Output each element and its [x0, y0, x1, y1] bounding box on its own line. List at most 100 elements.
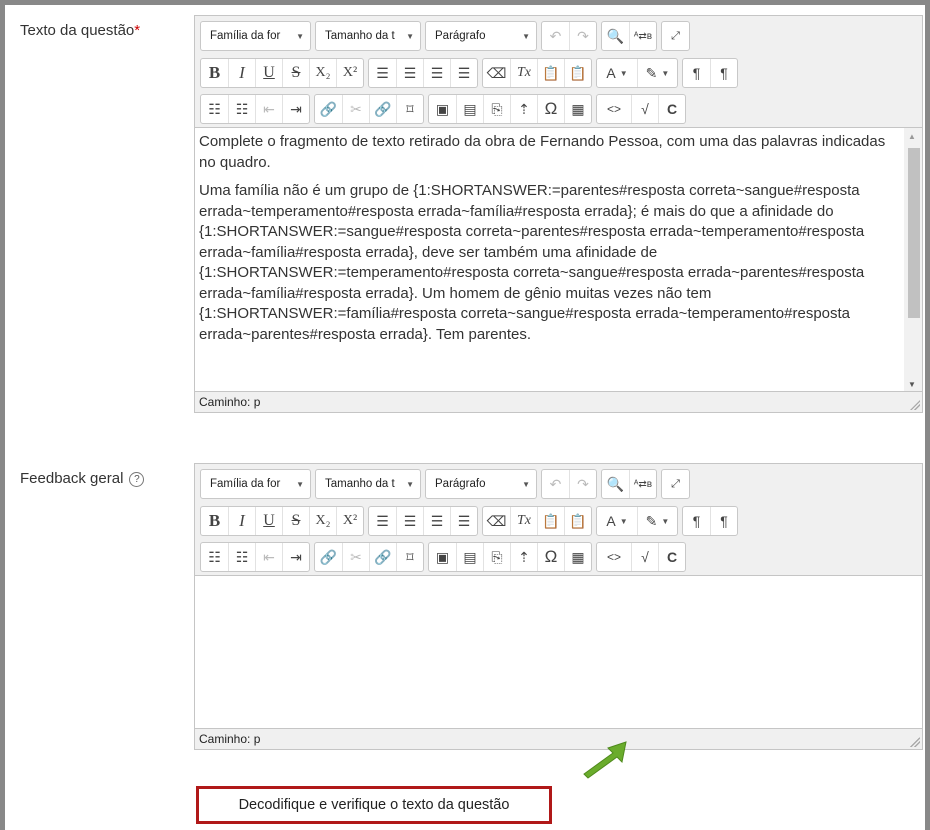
ltr-icon[interactable]: ¶ — [683, 59, 710, 87]
redo-icon[interactable]: ↷ — [569, 22, 596, 50]
unlink-icon[interactable]: ✂ — [342, 543, 369, 571]
subscript-icon[interactable]: X₂ — [309, 507, 336, 535]
strikethrough-icon[interactable]: S — [282, 59, 309, 87]
rtl-icon[interactable]: ¶ — [710, 59, 737, 87]
required-marker: * — [134, 22, 141, 39]
decode-verify-button[interactable]: Decodifique e verifique o texto da quest… — [196, 786, 552, 824]
text-color-icon[interactable]: A ▼ — [597, 507, 637, 535]
paragraph-format-select[interactable]: Parágrafo ▼ — [426, 470, 536, 498]
scrollbar-thumb[interactable] — [908, 148, 920, 318]
image-icon[interactable]: ▣ — [429, 543, 456, 571]
unlink-icon[interactable]: ✂ — [342, 95, 369, 123]
align-left-icon[interactable]: ☰ — [369, 507, 396, 535]
element-path: Caminho: p — [195, 391, 922, 412]
help-icon[interactable]: ? — [129, 472, 145, 487]
link-icon[interactable]: 🔗 — [315, 543, 342, 571]
underline-icon[interactable]: U — [255, 507, 282, 535]
bold-icon[interactable]: B — [201, 59, 228, 87]
indent-icon[interactable]: ⇥ — [282, 95, 309, 123]
underline-icon[interactable]: U — [255, 59, 282, 87]
find-icon[interactable]: 🔍 — [602, 22, 629, 50]
align-left-icon[interactable]: ☰ — [369, 59, 396, 87]
anchor-link-icon[interactable]: 🔗 — [369, 543, 396, 571]
scroll-up-icon[interactable]: ▲ — [908, 132, 916, 141]
special-character-icon[interactable]: Ω — [537, 95, 564, 123]
find-icon[interactable]: 🔍 — [602, 470, 629, 498]
general-feedback-content[interactable] — [195, 575, 922, 728]
link-icon[interactable]: 🔗 — [315, 95, 342, 123]
equation-icon[interactable]: √ — [631, 95, 658, 123]
resize-grip-icon[interactable] — [910, 737, 920, 747]
paste-word-icon[interactable]: 📋 — [564, 507, 591, 535]
align-center-icon[interactable]: ☰ — [396, 507, 423, 535]
background-color-icon[interactable]: ✎ ▼ — [637, 507, 677, 535]
undo-icon[interactable]: ↶ — [542, 470, 569, 498]
anchor-link-icon[interactable]: 🔗 — [369, 95, 396, 123]
italic-icon[interactable]: I — [228, 507, 255, 535]
align-justify-icon[interactable]: ☰ — [450, 507, 477, 535]
paste-text-icon[interactable]: 📋 — [537, 507, 564, 535]
media-icon[interactable]: ▤ — [456, 543, 483, 571]
remove-format-icon[interactable]: Tx — [510, 59, 537, 87]
manage-files-icon[interactable]: ⎘ — [483, 95, 510, 123]
numbered-list-icon[interactable]: ☷ — [228, 543, 255, 571]
fullscreen-icon[interactable]: ⤢ — [662, 470, 689, 498]
media-icon[interactable]: ▤ — [456, 95, 483, 123]
replace-icon[interactable]: ᴬ⇄ʙ — [629, 22, 656, 50]
question-text-content[interactable]: Complete o fragmento de texto retirado d… — [195, 127, 922, 391]
numbered-list-icon[interactable]: ☷ — [228, 95, 255, 123]
align-justify-icon[interactable]: ☰ — [450, 59, 477, 87]
clear-formatting-icon[interactable]: ⌫ — [483, 507, 510, 535]
content-scrollbar[interactable]: ▲ ▼ — [904, 128, 922, 391]
rtl-icon[interactable]: ¶ — [710, 507, 737, 535]
align-right-icon[interactable]: ☰ — [423, 59, 450, 87]
strikethrough-icon[interactable]: S — [282, 507, 309, 535]
upload-icon[interactable]: ⇡ — [510, 95, 537, 123]
fullscreen-icon[interactable]: ⤢ — [662, 22, 689, 50]
outdent-icon[interactable]: ⇤ — [255, 543, 282, 571]
font-size-select[interactable]: Tamanho da t ▼ — [316, 470, 420, 498]
equation-icon[interactable]: √ — [631, 543, 658, 571]
font-family-select[interactable]: Família da for ▼ — [201, 22, 310, 50]
superscript-icon[interactable]: X² — [336, 59, 363, 87]
remove-format-icon[interactable]: Tx — [510, 507, 537, 535]
upload-icon[interactable]: ⇡ — [510, 543, 537, 571]
resize-grip-icon[interactable] — [910, 400, 920, 410]
html-source-icon[interactable]: <> — [597, 543, 631, 571]
table-icon[interactable]: ▦ — [564, 95, 591, 123]
paragraph-format-select[interactable]: Parágrafo ▼ — [426, 22, 536, 50]
redo-icon[interactable]: ↷ — [569, 470, 596, 498]
font-size-select[interactable]: Tamanho da t ▼ — [316, 22, 420, 50]
ltr-icon[interactable]: ¶ — [683, 507, 710, 535]
scroll-down-icon[interactable]: ▼ — [908, 380, 916, 389]
html-source-icon[interactable]: <> — [597, 95, 631, 123]
indent-icon[interactable]: ⇥ — [282, 543, 309, 571]
undo-icon[interactable]: ↶ — [542, 22, 569, 50]
align-center-icon[interactable]: ☰ — [396, 59, 423, 87]
replace-icon[interactable]: ᴬ⇄ʙ — [629, 470, 656, 498]
outdent-icon[interactable]: ⇤ — [255, 95, 282, 123]
paste-text-icon[interactable]: 📋 — [537, 59, 564, 87]
bookmark-icon[interactable]: ⌑ — [396, 543, 423, 571]
subscript-icon[interactable]: X₂ — [309, 59, 336, 87]
special-character-icon[interactable]: Ω — [537, 543, 564, 571]
bookmark-icon[interactable]: ⌑ — [396, 95, 423, 123]
font-family-value: Família da for — [210, 30, 281, 42]
table-icon[interactable]: ▦ — [564, 543, 591, 571]
bold-icon[interactable]: B — [201, 507, 228, 535]
image-icon[interactable]: ▣ — [429, 95, 456, 123]
paste-word-icon[interactable]: 📋 — [564, 59, 591, 87]
clear-formatting-icon[interactable]: ⌫ — [483, 59, 510, 87]
font-family-select[interactable]: Família da for ▼ — [201, 470, 310, 498]
cleanup-icon[interactable]: C — [658, 543, 685, 571]
align-right-icon[interactable]: ☰ — [423, 507, 450, 535]
cleanup-icon[interactable]: C — [658, 95, 685, 123]
superscript-icon[interactable]: X² — [336, 507, 363, 535]
text-color-icon[interactable]: A ▼ — [597, 59, 637, 87]
italic-icon[interactable]: I — [228, 59, 255, 87]
background-color-icon[interactable]: ✎ ▼ — [637, 59, 677, 87]
bullet-list-icon[interactable]: ☷ — [201, 543, 228, 571]
manage-files-icon[interactable]: ⎘ — [483, 543, 510, 571]
bullet-list-icon[interactable]: ☷ — [201, 95, 228, 123]
element-path: Caminho: p — [195, 728, 922, 749]
